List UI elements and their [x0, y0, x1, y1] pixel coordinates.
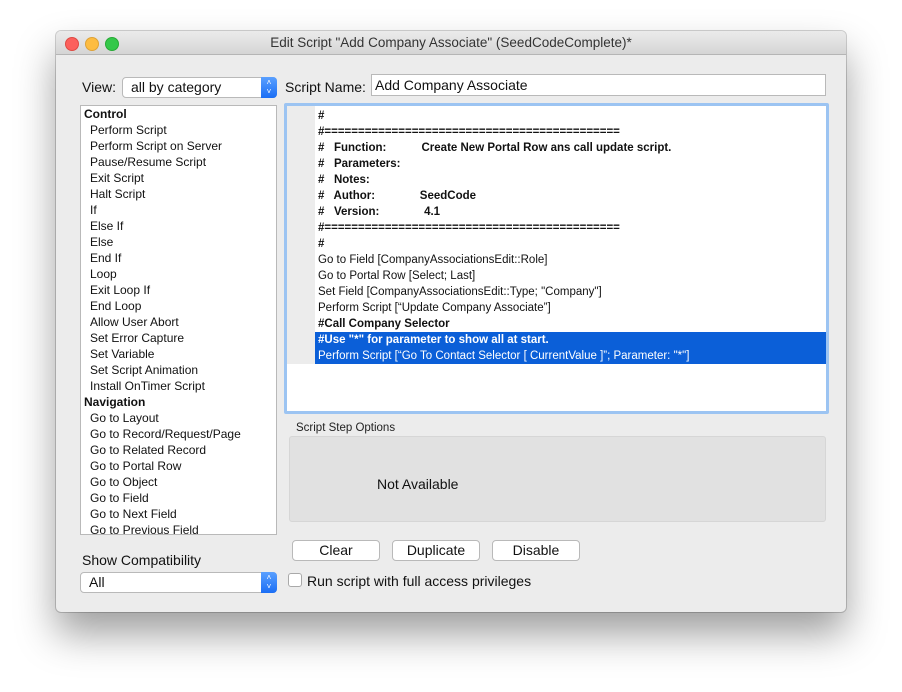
step-item[interactable]: Allow User Abort	[81, 314, 276, 330]
script-line[interactable]: # Function: Create New Portal Row ans ca…	[315, 140, 826, 156]
script-line[interactable]: Perform Script [“Go To Contact Selector …	[315, 348, 826, 364]
script-line[interactable]: Set Field [CompanyAssociationsEdit::Type…	[315, 284, 826, 300]
clear-button[interactable]: Clear	[292, 540, 380, 561]
script-step-options-panel: Not Available	[289, 436, 826, 522]
step-item[interactable]: Perform Script on Server	[81, 138, 276, 154]
script-editor[interactable]: # #======================================…	[284, 103, 829, 414]
step-item[interactable]: End If	[81, 250, 276, 266]
step-category: Control	[84, 107, 127, 121]
script-line[interactable]: #=======================================…	[315, 220, 826, 236]
script-steps-list[interactable]: Control Perform Script Perform Script on S…	[80, 105, 277, 535]
step-item[interactable]: Loop	[81, 266, 276, 282]
script-line[interactable]: Go to Field [CompanyAssociationsEdit::Ro…	[315, 252, 826, 268]
step-item[interactable]: Pause/Resume Script	[81, 154, 276, 170]
step-item[interactable]: Else If	[81, 218, 276, 234]
script-line[interactable]: #	[315, 108, 826, 124]
full-access-checkbox[interactable]	[288, 573, 302, 587]
script-line[interactable]: #Use "*" for parameter to show all at st…	[315, 332, 826, 348]
full-access-label: Run script with full access privileges	[307, 573, 532, 589]
compatibility-popup[interactable]: All ˄ ˅	[80, 572, 277, 593]
step-item[interactable]: Else	[81, 234, 276, 250]
step-item[interactable]: Go to Object	[81, 474, 276, 490]
duplicate-button[interactable]: Duplicate	[392, 540, 480, 561]
step-item[interactable]: Go to Record/Request/Page	[81, 426, 276, 442]
popup-stepper-icon: ˄ ˅	[261, 572, 277, 593]
step-item[interactable]: Go to Field	[81, 490, 276, 506]
disable-button[interactable]: Disable	[492, 540, 580, 561]
step-item[interactable]: Go to Previous Field	[81, 522, 276, 534]
step-item[interactable]: Exit Loop If	[81, 282, 276, 298]
edit-script-window: Edit Script "Add Company Associate" (See…	[56, 31, 846, 612]
view-label: View:	[82, 79, 116, 95]
step-item[interactable]: Halt Script	[81, 186, 276, 202]
view-selected-value: all by category	[131, 79, 222, 95]
step-item[interactable]: Perform Script	[81, 122, 276, 138]
step-item[interactable]: Go to Related Record	[81, 442, 276, 458]
popup-stepper-icon: ˄ ˅	[261, 77, 277, 98]
script-name-input[interactable]: Add Company Associate	[371, 74, 826, 96]
show-compatibility-label: Show Compatibility	[82, 552, 202, 568]
script-line[interactable]: #Call Company Selector	[315, 316, 826, 332]
view-popup[interactable]: all by category ˄ ˅	[122, 77, 277, 98]
title-bar: Edit Script "Add Company Associate" (See…	[56, 31, 846, 55]
script-gutter	[287, 106, 315, 364]
script-step-options-label: Script Step Options	[296, 422, 396, 434]
step-item[interactable]: Go to Layout	[81, 410, 276, 426]
script-line[interactable]: #	[315, 236, 826, 252]
step-item[interactable]: Install OnTimer Script	[81, 378, 276, 394]
script-line[interactable]: # Notes:	[315, 172, 826, 188]
step-item[interactable]: Exit Script	[81, 170, 276, 186]
options-status-text: Not Available	[377, 476, 459, 492]
script-line[interactable]: # Version: 4.1	[315, 204, 826, 220]
step-item[interactable]: Go to Next Field	[81, 506, 276, 522]
script-line[interactable]: # Author: SeedCode	[315, 188, 826, 204]
step-item[interactable]: End Loop	[81, 298, 276, 314]
compatibility-selected-value: All	[89, 574, 105, 590]
script-line[interactable]: Perform Script [“Update Company Associat…	[315, 300, 826, 316]
script-line[interactable]: # Parameters:	[315, 156, 826, 172]
script-name-label: Script Name:	[285, 79, 366, 95]
script-line[interactable]: #=======================================…	[315, 124, 826, 140]
window-title: Edit Script "Add Company Associate" (See…	[270, 35, 632, 50]
step-item[interactable]: Set Error Capture	[81, 330, 276, 346]
step-item[interactable]: Set Variable	[81, 346, 276, 362]
step-item[interactable]: Set Script Animation	[81, 362, 276, 378]
step-item[interactable]: Go to Portal Row	[81, 458, 276, 474]
step-category: Navigation	[84, 395, 146, 409]
script-line[interactable]: Go to Portal Row [Select; Last]	[315, 268, 826, 284]
step-item[interactable]: If	[81, 202, 276, 218]
